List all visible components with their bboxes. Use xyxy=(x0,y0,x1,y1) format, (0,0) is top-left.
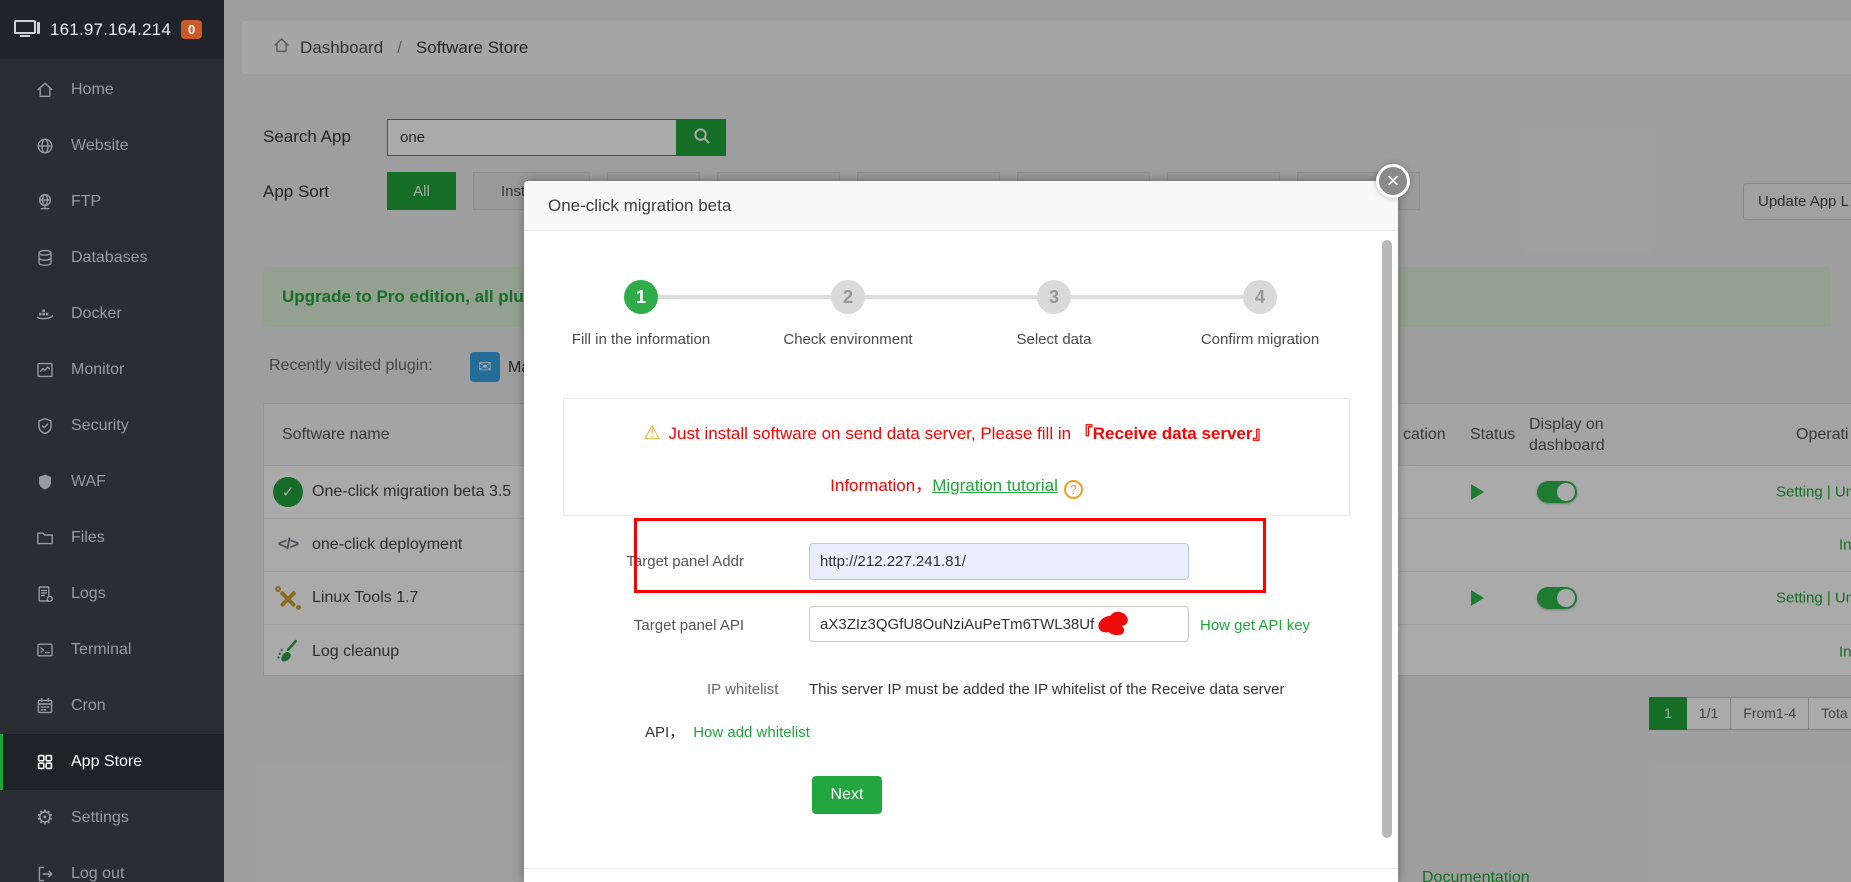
help-question-icon[interactable]: ? xyxy=(1063,480,1083,499)
sidebar: 161.97.164.214 0 Home Website FTP Databa… xyxy=(0,0,224,882)
sidebar-item-terminal[interactable]: Terminal xyxy=(0,622,224,678)
next-button[interactable]: Next xyxy=(812,776,882,814)
warning-box: ⚠ Just install software on send data serv… xyxy=(563,398,1350,516)
shield-check-icon xyxy=(34,415,56,437)
ip-whitelist-text: This server IP must be added the IP whit… xyxy=(809,681,1285,698)
migration-tutorial-link[interactable]: Migration tutorial xyxy=(932,476,1058,495)
folder-icon xyxy=(34,527,56,549)
step-4-label: Confirm migration xyxy=(1200,331,1320,348)
sidebar-item-app-store[interactable]: App Store xyxy=(0,734,224,790)
sidebar-item-logs[interactable]: Logs xyxy=(0,566,224,622)
sidebar-item-ftp[interactable]: FTP xyxy=(0,174,224,230)
sidebar-item-home[interactable]: Home xyxy=(0,62,224,118)
step-2-label: Check environment xyxy=(783,331,913,348)
sidebar-item-databases[interactable]: Databases xyxy=(0,230,224,286)
step-4-circle: 4 xyxy=(1243,280,1277,314)
red-highlight-box xyxy=(634,518,1266,593)
migration-modal: One-click migration beta 1 2 3 4 Fill in… xyxy=(524,181,1398,882)
step-3-label: Select data xyxy=(1016,331,1092,348)
sidebar-nav: Home Website FTP Databases Docker Monito… xyxy=(0,59,224,882)
warning-line-2: Information，Migration tutorial? xyxy=(564,471,1349,499)
how-get-api-key-link[interactable]: How get API key xyxy=(1200,617,1310,634)
ftp-icon xyxy=(34,191,56,213)
sidebar-item-cron[interactable]: Cron xyxy=(0,678,224,734)
step-2-circle: 2 xyxy=(831,280,865,314)
server-monitor-icon xyxy=(14,20,40,39)
step-connector xyxy=(1071,295,1243,299)
ip-whitelist-line-2: API， How add whitelist xyxy=(645,724,810,741)
target-panel-api-label: Target panel API xyxy=(633,617,744,634)
modal-header: One-click migration beta xyxy=(524,181,1398,231)
warning-icon: ⚠ xyxy=(643,423,661,444)
warning-line-1: ⚠ Just install software on send data serv… xyxy=(643,423,1270,444)
step-connector xyxy=(865,295,1037,299)
database-icon xyxy=(34,247,56,269)
step-connector xyxy=(658,295,831,299)
modal-title: One-click migration beta xyxy=(548,195,732,215)
sidebar-header: 161.97.164.214 0 xyxy=(0,0,224,59)
logs-icon xyxy=(34,583,56,605)
step-3-circle: 3 xyxy=(1037,280,1071,314)
sidebar-item-settings[interactable]: ⚙ Settings xyxy=(0,790,224,846)
gear-icon: ⚙ xyxy=(36,807,54,829)
calendar-icon xyxy=(34,695,56,717)
terminal-icon xyxy=(34,639,56,661)
ip-whitelist-label: IP whitelist xyxy=(707,681,779,698)
server-ip: 161.97.164.214 xyxy=(50,19,171,39)
modal-scrollbar-thumb[interactable] xyxy=(1382,240,1392,838)
app-grid-icon xyxy=(34,751,56,773)
close-icon[interactable]: × xyxy=(1376,164,1410,198)
globe-icon xyxy=(34,135,56,157)
docker-icon xyxy=(34,303,56,325)
how-add-whitelist-link[interactable]: How add whitelist xyxy=(693,724,810,741)
sidebar-item-monitor[interactable]: Monitor xyxy=(0,342,224,398)
sidebar-item-waf[interactable]: WAF xyxy=(0,454,224,510)
sidebar-item-files[interactable]: Files xyxy=(0,510,224,566)
sidebar-item-security[interactable]: Security xyxy=(0,398,224,454)
message-count-badge[interactable]: 0 xyxy=(180,20,203,39)
logout-icon xyxy=(34,863,56,882)
home-icon xyxy=(34,79,56,101)
step-1-label: Fill in the information xyxy=(571,331,711,348)
modal-footer-divider xyxy=(524,868,1398,869)
sidebar-item-docker[interactable]: Docker xyxy=(0,286,224,342)
app-canvas: Dashboard / Software Store Search App Ap… xyxy=(0,0,1851,882)
sidebar-item-logout[interactable]: Log out xyxy=(0,846,224,882)
target-panel-api-input[interactable] xyxy=(809,606,1189,642)
shield-filled-icon xyxy=(34,471,56,493)
step-1-circle: 1 xyxy=(624,280,658,314)
sidebar-item-website[interactable]: Website xyxy=(0,118,224,174)
monitor-icon xyxy=(34,359,56,381)
